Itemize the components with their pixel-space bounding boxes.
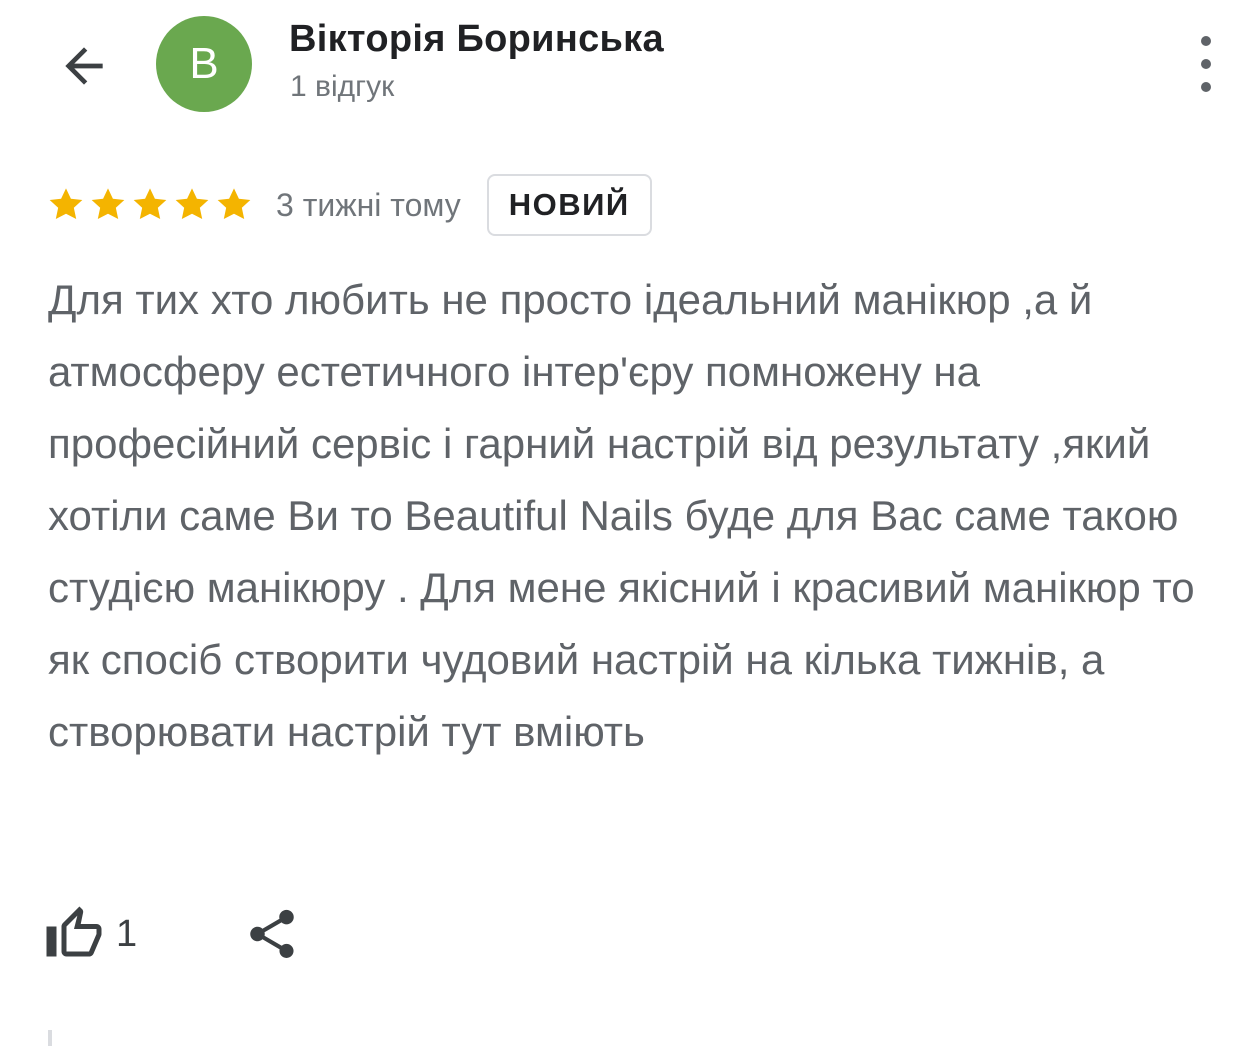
share-button[interactable] [240,902,304,966]
more-vert-icon-dot [1201,59,1211,69]
star-icon [217,188,251,219]
divider [48,1030,52,1046]
star-icon [133,188,167,219]
share-icon [250,909,294,958]
like-button[interactable]: 1 [44,898,137,970]
more-options-button[interactable] [1186,36,1226,92]
review-count: 1 відгук [290,70,395,103]
author-name[interactable]: Вікторія Боринська [289,18,664,61]
rating-row: 3 тижні тому НОВИЙ [46,172,652,238]
like-count: 1 [116,912,138,955]
more-vert-icon [1201,36,1211,46]
arrow-back-icon [65,47,103,85]
review-text: Для тих хто любить не просто ідеальний м… [48,276,1195,755]
new-badge: НОВИЙ [486,174,652,236]
more-vert-icon-dot [1201,82,1211,92]
star-icon [175,188,209,219]
avatar-letter: В [189,39,219,88]
star-rating [46,185,256,225]
star-icon [49,188,83,219]
avatar[interactable]: В [156,16,252,112]
review-time: 3 тижні тому [276,186,461,223]
thumb-up-icon [46,906,102,957]
back-button[interactable] [52,34,116,98]
star-icon [91,188,125,219]
